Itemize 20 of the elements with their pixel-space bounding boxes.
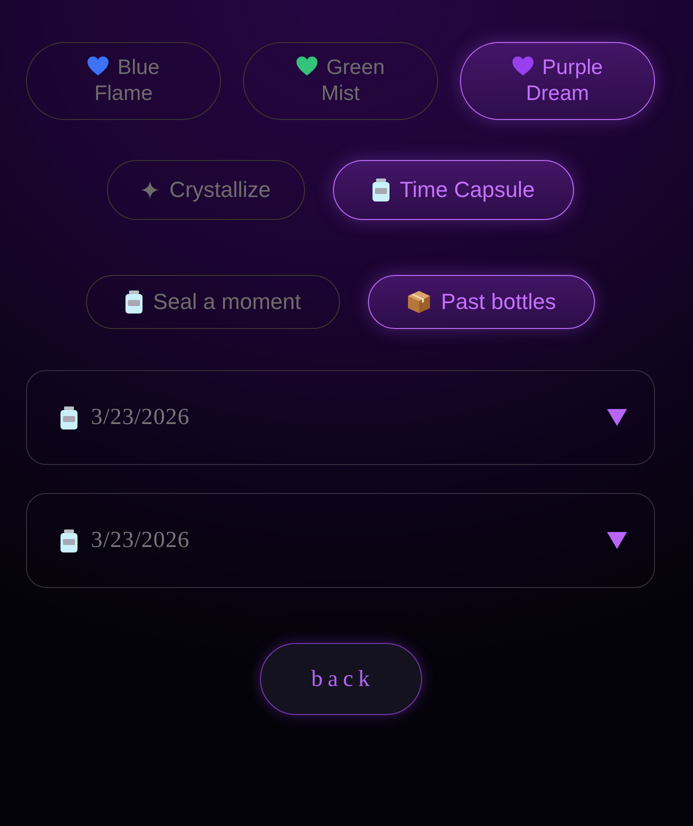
theme-button[interactable]: Blue Flame [26,42,221,120]
box-icon [407,290,431,314]
theme-button[interactable]: Green Mist [243,42,438,120]
mode-button[interactable]: Crystallize [107,160,305,220]
date-select[interactable]: 3/23/2026 [26,493,655,588]
back-button[interactable]: back [260,643,422,715]
jar-icon [60,528,78,552]
mode-button[interactable]: Time Capsule [332,160,574,220]
jar-icon [372,178,390,202]
dropdown-triangle-icon [607,409,627,426]
jar-icon [60,406,78,430]
date-value: 3/23/2026 [91,526,191,552]
dropdown-triangle-icon [607,532,627,549]
theme-button[interactable]: Purple Dream [460,42,655,120]
view-button[interactable]: Past bottles [368,275,595,329]
date-select[interactable]: 3/23/2026 [26,370,655,465]
view-button[interactable]: Seal a moment [86,275,340,329]
sparkle-icon [141,181,160,199]
jar-icon [125,290,144,314]
date-value: 3/23/2026 [91,404,191,430]
